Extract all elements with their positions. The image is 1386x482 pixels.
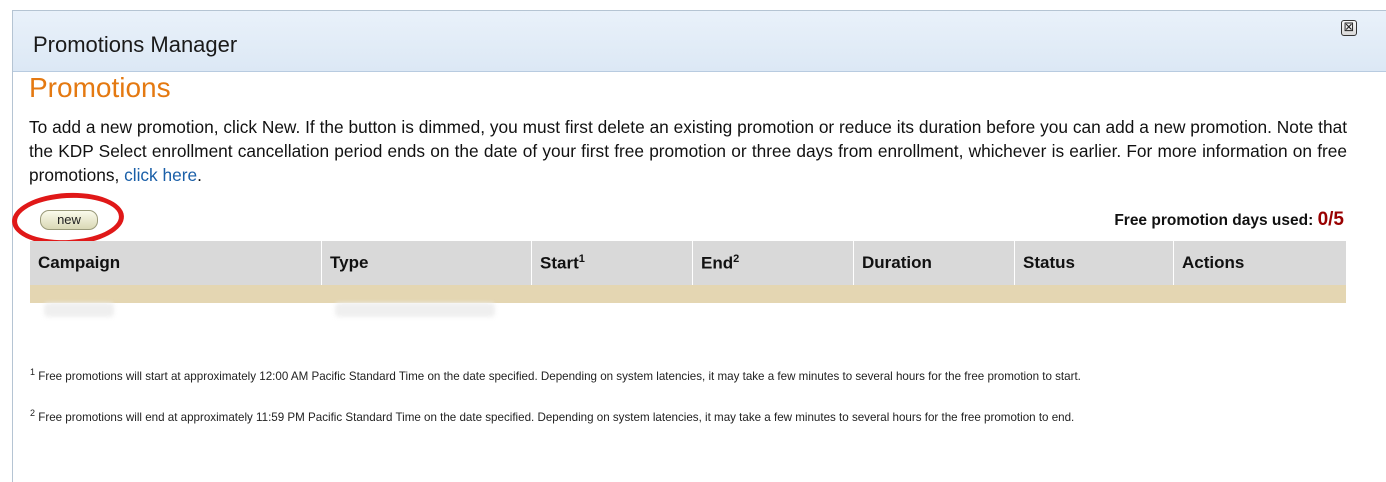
footnote-start: 1 Free promotions will start at approxim… xyxy=(30,367,1081,383)
promotions-table: Campaign Type Start1 End2 Duration Statu… xyxy=(30,241,1346,325)
table-row xyxy=(30,285,1346,303)
redacted-type xyxy=(335,303,495,317)
free-days-used-label: Free promotion days used: xyxy=(1114,212,1314,229)
footnote-end: 2 Free promotions will end at approximat… xyxy=(30,408,1075,424)
close-icon[interactable]: ⊠ xyxy=(1341,20,1357,36)
column-header-campaign[interactable]: Campaign xyxy=(30,241,322,285)
intro-end: . xyxy=(197,165,202,185)
intro-paragraph: To add a new promotion, click New. If th… xyxy=(29,115,1347,187)
click-here-link[interactable]: click here xyxy=(124,165,197,185)
table-row-redacted xyxy=(30,303,1346,325)
column-header-duration[interactable]: Duration xyxy=(853,241,1015,285)
intro-text: To add a new promotion, click New. If th… xyxy=(29,117,1347,185)
column-header-status[interactable]: Status xyxy=(1014,241,1174,285)
page-title: Promotions xyxy=(29,72,171,103)
column-header-end[interactable]: End2 xyxy=(692,241,854,285)
free-days-used-count: 0/5 xyxy=(1317,209,1344,230)
table-row-bar xyxy=(30,285,1346,303)
free-days-used: Free promotion days used: 0/5 xyxy=(1114,209,1344,231)
column-header-actions[interactable]: Actions xyxy=(1173,241,1346,285)
table-header-row: Campaign Type Start1 End2 Duration Statu… xyxy=(30,241,1346,285)
column-header-start[interactable]: Start1 xyxy=(531,241,693,285)
dialog-title: Promotions Manager xyxy=(33,32,238,57)
redacted-campaign xyxy=(44,303,114,317)
dialog-titlebar: Promotions Manager xyxy=(13,11,1386,72)
column-header-type[interactable]: Type xyxy=(321,241,532,285)
